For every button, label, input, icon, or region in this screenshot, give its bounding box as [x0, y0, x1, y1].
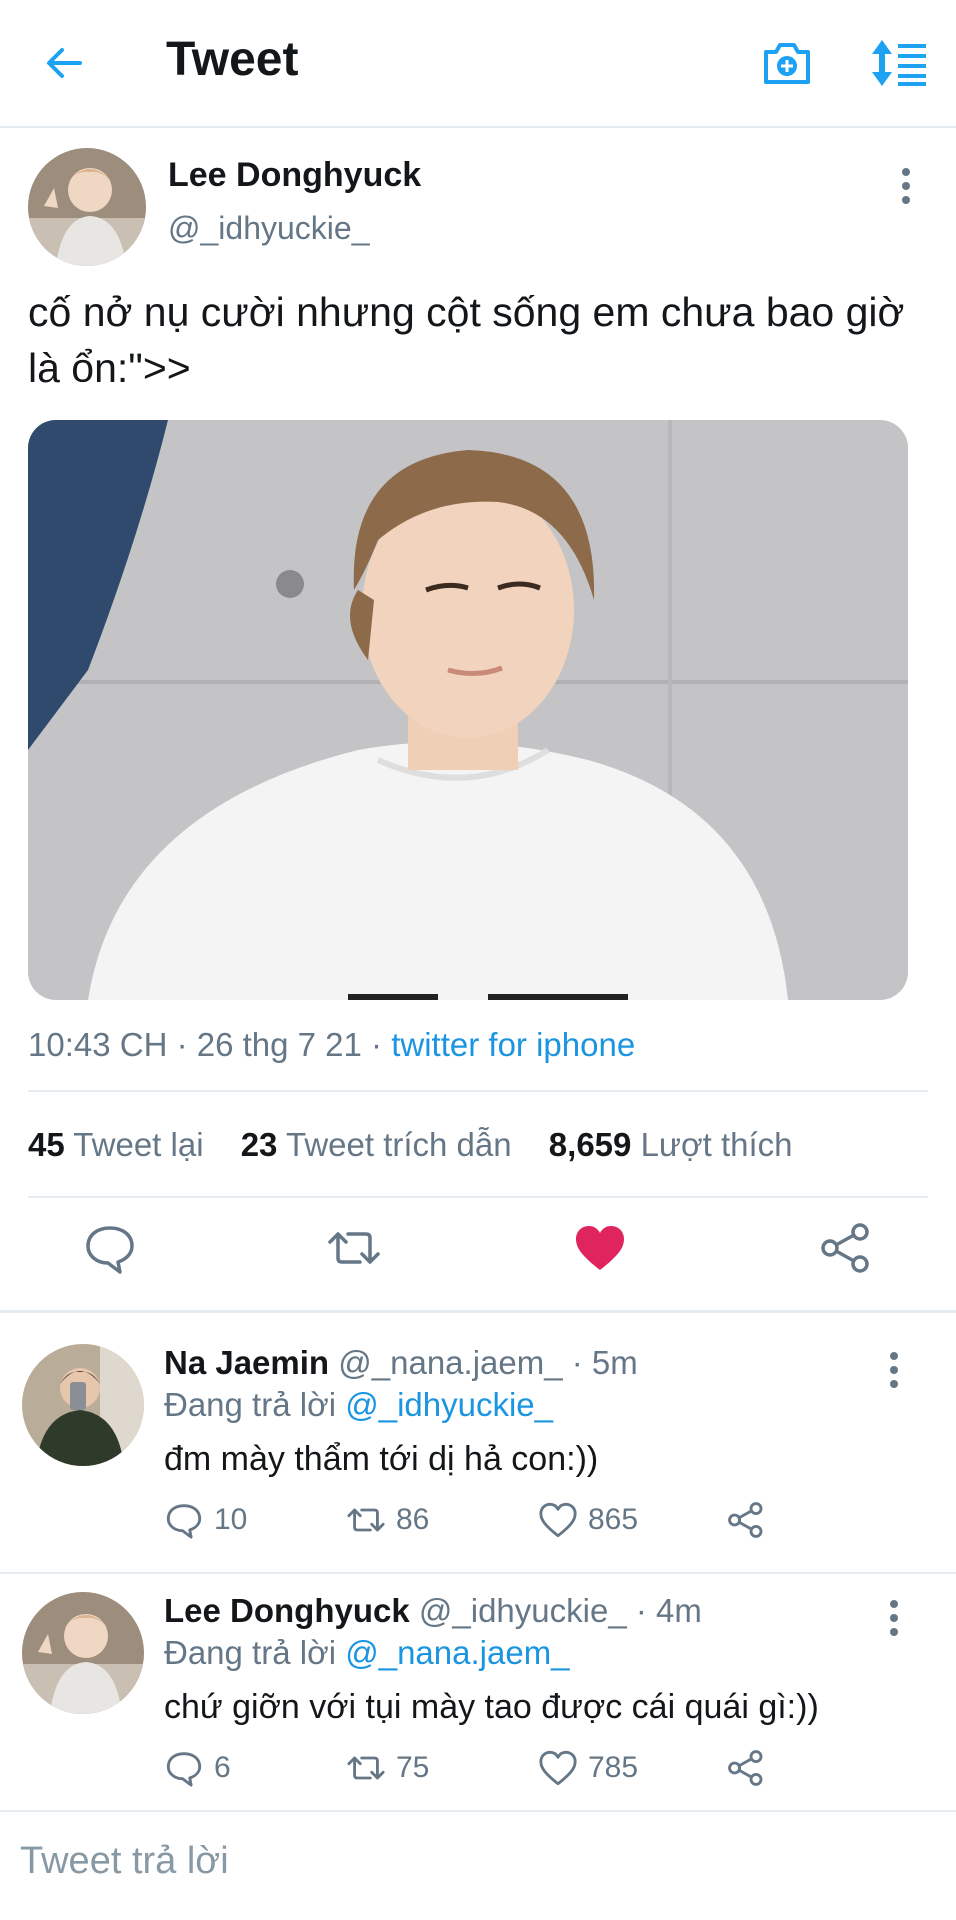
reply-time: · 5m — [562, 1344, 638, 1381]
reply-text: đm mày thẩm tới dị hả con:)) — [164, 1440, 599, 1478]
tweet-text: cố nở nụ cười nhưng cột sống em chưa bao… — [28, 289, 905, 391]
retweets-stat[interactable]: 45 Tweet lại — [28, 1126, 204, 1163]
replying-to: Đang trả lời @_nana.jaem_ — [164, 1634, 570, 1672]
retweets-label: Tweet lại — [73, 1126, 204, 1163]
tweet-photo[interactable] — [28, 420, 908, 1000]
timestamp-text: 10:43 CH · 26 thg 7 21 · — [28, 1026, 392, 1063]
likes-label: Lượt thích — [640, 1126, 793, 1163]
retweet-count: 86 — [396, 1503, 430, 1536]
camera-plus-icon[interactable] — [760, 36, 814, 90]
more-options-icon[interactable] — [876, 1598, 912, 1638]
quotes-stat[interactable]: 23 Tweet trích dẫn — [241, 1126, 512, 1163]
quotes-label: Tweet trích dẫn — [286, 1126, 512, 1163]
like-button[interactable]: 785 — [538, 1746, 638, 1790]
avatar[interactable] — [22, 1344, 144, 1466]
mention-link[interactable]: @_idhyuckie_ — [345, 1386, 553, 1423]
retweet-icon[interactable] — [326, 1220, 382, 1276]
reply-count: 10 — [214, 1503, 248, 1536]
reply-icon — [166, 1504, 202, 1539]
replying-prefix: Đang trả lời — [164, 1386, 346, 1423]
divider — [28, 1196, 928, 1198]
reply-header: Na Jaemin @_nana.jaem_ · 5m — [164, 1344, 638, 1382]
heart-filled-icon[interactable] — [572, 1220, 628, 1276]
reply-input[interactable]: Tweet trả lời — [20, 1840, 229, 1883]
reply-header: Lee Donghyuck @_idhyuckie_ · 4m — [164, 1592, 702, 1630]
retweet-button[interactable]: 86 — [346, 1498, 429, 1542]
mention-link[interactable]: @_nana.jaem_ — [345, 1634, 569, 1671]
more-options-icon[interactable] — [888, 166, 924, 206]
tweet-stats: 45 Tweet lại 23 Tweet trích dẫn 8,659 Lư… — [28, 1126, 821, 1164]
top-bar: Tweet — [0, 0, 956, 128]
reply-author-name[interactable]: Lee Donghyuck — [164, 1592, 410, 1629]
divider — [0, 1310, 956, 1313]
like-count: 865 — [588, 1503, 639, 1536]
share-button[interactable] — [726, 1498, 776, 1542]
sort-icon[interactable] — [868, 36, 928, 90]
heart-icon — [539, 1750, 577, 1786]
divider — [28, 1090, 928, 1092]
avatar[interactable] — [28, 148, 146, 266]
reply-icon[interactable] — [82, 1220, 138, 1276]
arrow-left-icon[interactable] — [40, 38, 90, 88]
share-icon[interactable] — [818, 1220, 874, 1276]
heart-icon — [539, 1502, 577, 1538]
likes-stat[interactable]: 8,659 Lượt thích — [549, 1126, 793, 1163]
like-count: 785 — [588, 1751, 639, 1784]
reply-text: chứ giỡn với tụi mày tao được cái quái g… — [164, 1688, 819, 1726]
reply-author-handle[interactable]: @_nana.jaem_ — [338, 1344, 562, 1381]
reply-count: 6 — [214, 1751, 231, 1784]
reply-button[interactable]: 10 — [164, 1498, 247, 1542]
reply-tweet[interactable]: Lee Donghyuck @_idhyuckie_ · 4m Đang trả… — [0, 1562, 956, 1810]
reply-author-name[interactable]: Na Jaemin — [164, 1344, 329, 1381]
retweets-count: 45 — [28, 1126, 65, 1163]
retweet-icon — [347, 1756, 385, 1780]
tweet-timestamp: 10:43 CH · 26 thg 7 21 · twitter for iph… — [28, 1026, 635, 1064]
share-icon — [728, 1750, 763, 1786]
tweet-source-link[interactable]: twitter for iphone — [391, 1026, 635, 1063]
author-name[interactable]: Lee Donghyuck — [168, 156, 421, 195]
likes-count: 8,659 — [548, 1126, 632, 1163]
page-title: Tweet — [166, 33, 299, 86]
compose-reply-bar: Tweet trả lời — [0, 1810, 956, 1920]
like-button[interactable]: 865 — [538, 1498, 638, 1542]
reply-time: · 4m — [626, 1592, 702, 1629]
share-icon — [728, 1502, 763, 1538]
reply-tweet[interactable]: Na Jaemin @_nana.jaem_ · 5m Đang trả lời… — [0, 1314, 956, 1572]
tweet-actions — [0, 1220, 956, 1290]
quotes-count: 23 — [240, 1126, 278, 1163]
more-options-icon[interactable] — [876, 1350, 912, 1390]
reply-icon — [166, 1752, 202, 1787]
share-button[interactable] — [726, 1746, 776, 1790]
author-handle[interactable]: @_idhyuckie_ — [168, 210, 369, 247]
retweet-button[interactable]: 75 — [346, 1746, 429, 1790]
reply-author-handle[interactable]: @_idhyuckie_ — [419, 1592, 627, 1629]
replying-to: Đang trả lời @_idhyuckie_ — [164, 1386, 553, 1424]
avatar[interactable] — [22, 1592, 144, 1714]
retweet-count: 75 — [396, 1751, 430, 1784]
retweet-icon — [347, 1508, 385, 1532]
reply-button[interactable]: 6 — [164, 1746, 231, 1790]
replying-prefix: Đang trả lời — [164, 1634, 346, 1671]
